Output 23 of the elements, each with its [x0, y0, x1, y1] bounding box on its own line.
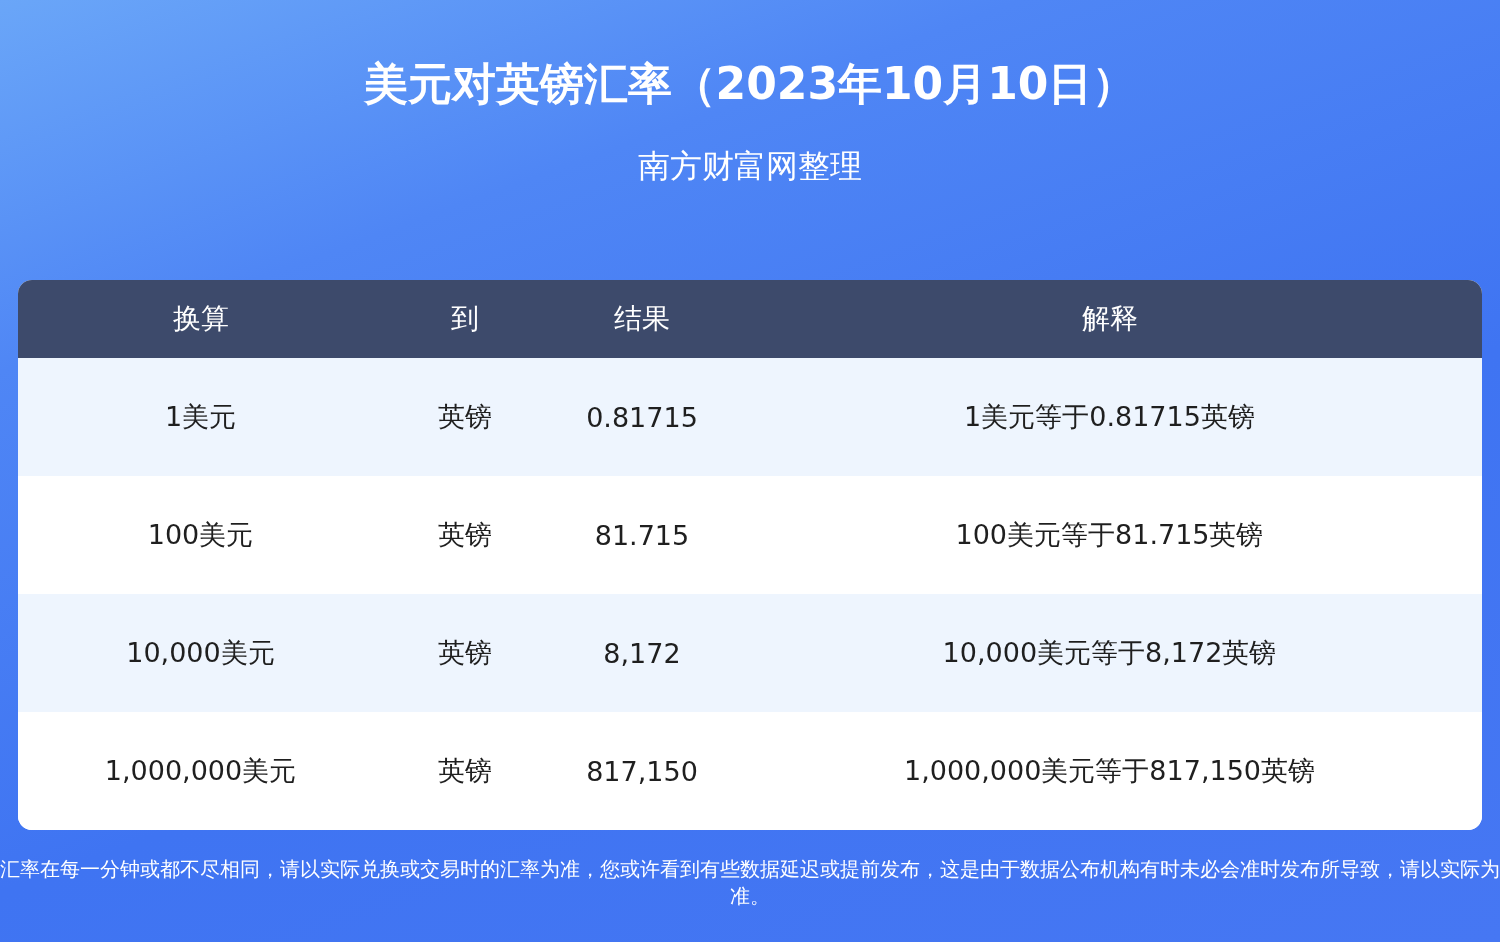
table-cell-text: 100美元等于81.715英镑: [954, 518, 1265, 552]
table-cell-text: 英镑: [437, 518, 493, 552]
table-cell-text: 10,000美元等于8,172英镑: [941, 636, 1278, 670]
table-cell-text: 英镑: [437, 754, 493, 788]
table-cell-text: 1,000,000美元: [103, 754, 298, 788]
table-cell-text: 0.81715: [585, 401, 699, 433]
table-cell-text: 1,000,000美元等于817,150英镑: [902, 754, 1317, 788]
table-cell-text: 1美元: [163, 400, 238, 434]
table-cell-text: 100美元: [146, 518, 255, 552]
table-cell-text: 英镑: [437, 636, 493, 670]
column-header: 换算: [171, 301, 230, 337]
column-header: 结果: [613, 301, 671, 337]
table-cell-text: 817,150: [585, 755, 699, 787]
subtitle: 南方财富网整理: [638, 146, 862, 186]
table-cell-text: 10,000美元: [125, 636, 276, 670]
table-cell-text: 英镑: [437, 400, 493, 434]
table-cell-text: 81.715: [593, 519, 691, 551]
table-cell-text: 8,172: [602, 637, 682, 669]
table-cell-text: 1美元等于0.81715英镑: [963, 400, 1256, 434]
column-header: 解释: [1080, 301, 1139, 337]
footnote: 汇率在每一分钟或都不尽相同，请以实际兑换或交易时的汇率为准，您或许看到有些数据延迟或提前发布，这是由于数据公布机构有时未必会准时发布所导致，请以实际为准。: [0, 857, 1500, 910]
column-header: 到: [450, 301, 480, 337]
page-title: 美元对英镑汇率（2023年10月10日）: [363, 57, 1137, 111]
